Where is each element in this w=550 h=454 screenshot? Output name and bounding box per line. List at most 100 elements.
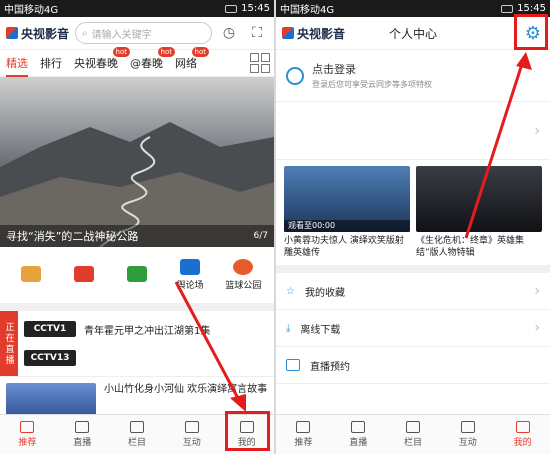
nav-columns[interactable]: 栏目 — [386, 415, 441, 454]
history-row[interactable]: › — [276, 102, 550, 160]
history-videos: 观看至00:00 小黄蓉功夫惊人 演绎欢笑版射雕英雄传 《生化危机：终章》英雄集… — [276, 160, 550, 265]
mail-icon — [460, 421, 475, 433]
live-program-title: 青年霍元甲之冲出江湖第1集 — [84, 325, 211, 337]
quick-link-icon — [73, 265, 94, 282]
grid-menu-icon[interactable] — [250, 53, 270, 73]
chevron-right-icon: › — [534, 122, 540, 139]
quick-link-2[interactable] — [64, 265, 104, 285]
carrier-label: 中国移动4G — [280, 5, 335, 16]
avatar-icon — [286, 66, 304, 85]
quick-link-opinion[interactable]: 舆论场 — [170, 259, 210, 291]
scan-icon[interactable]: ⛶ — [246, 22, 268, 44]
tab-spring-gala[interactable]: 央视春晚 hot — [74, 47, 130, 71]
columns-icon — [129, 421, 144, 433]
search-icon: ⌕ — [82, 27, 88, 39]
banner-carousel[interactable]: 寻找“消失”的二战神秘公路 6/7 — [0, 77, 274, 247]
menu-label: 我的收藏 — [304, 287, 345, 299]
quick-link-icon — [126, 265, 147, 282]
menu-label: 直播预约 — [310, 361, 350, 373]
search-input[interactable]: ⌕ 请输入关键字 — [75, 22, 212, 44]
status-bar: 中国移动4G 15:45 — [276, 0, 550, 17]
logo-icon — [6, 27, 18, 39]
chevron-right-icon: › — [534, 283, 540, 299]
left-screen: 中国移动4G 15:45 央视影音 ⌕ 请输入关键字 ◷ ⛶ 精选 排行 央视春… — [0, 0, 274, 454]
tab-featured[interactable]: 精选 — [6, 55, 28, 77]
live-row[interactable]: CCTV13 — [24, 349, 268, 366]
section-gap — [0, 303, 274, 311]
status-bar: 中国移动4G 15:45 — [0, 0, 274, 17]
video-thumbnail: 观看至00:00 — [284, 166, 410, 232]
channel-logo: CCTV1 — [24, 321, 76, 338]
download-icon: ⤓ — [286, 322, 291, 334]
quick-link-basketball[interactable]: 篮球公园 — [223, 259, 263, 291]
quick-link-icon — [233, 259, 254, 275]
app-logo: 央视影音 — [6, 25, 69, 42]
camera-icon — [286, 359, 300, 371]
nav-columns[interactable]: 栏目 — [110, 415, 165, 454]
quick-link-icon — [180, 259, 201, 275]
login-subtitle: 登录后您可享受云同步等多项特权 — [312, 80, 432, 89]
home-icon — [20, 421, 35, 433]
nav-live[interactable]: 直播 — [55, 415, 110, 454]
carrier-label: 中国移动4G — [4, 5, 59, 16]
menu-label: 离线下载 — [300, 324, 341, 336]
mail-icon — [184, 421, 199, 433]
chevron-right-icon: › — [534, 320, 540, 336]
bottom-nav: 推荐 直播 栏目 互动 我的 — [276, 414, 550, 454]
hot-badge: hot — [191, 47, 209, 57]
top-bar: 央视影音 ⌕ 请输入关键字 ◷ ⛶ — [0, 17, 274, 50]
right-screen: 中国移动4G 15:45 央视影音 个人中心 ⚙ 点击登录 登录后您可享受云同步… — [276, 0, 550, 454]
menu-offline-download[interactable]: ⤓ 离线下载 › — [276, 310, 550, 347]
login-row[interactable]: 点击登录 登录后您可享受云同步等多项特权 — [276, 50, 550, 102]
time-label: 15:45 — [517, 3, 546, 14]
settings-gear-icon[interactable]: ⚙ — [522, 22, 544, 44]
live-tag: 正在直播 — [0, 311, 18, 376]
hot-badge: hot — [157, 47, 175, 57]
battery-icon — [501, 4, 514, 13]
nav-interact[interactable]: 互动 — [440, 415, 495, 454]
live-row[interactable]: CCTV1 青年霍元甲之冲出江湖第1集 — [24, 321, 268, 338]
tab-at-gala[interactable]: @春晚 hot — [130, 47, 175, 71]
quick-links: 舆论场 篮球公园 — [0, 247, 274, 303]
star-icon: ☆ — [286, 285, 295, 297]
login-title: 点击登录 — [312, 63, 356, 76]
section-gap — [276, 265, 550, 273]
app-logo-text: 央视影音 — [21, 26, 70, 41]
history-video-item[interactable]: 观看至00:00 小黄蓉功夫惊人 演绎欢笑版射雕英雄传 — [284, 166, 410, 259]
quick-link-1[interactable] — [11, 265, 51, 285]
columns-icon — [405, 421, 420, 433]
nav-live[interactable]: 直播 — [331, 415, 386, 454]
tab-network[interactable]: 网络 hot — [175, 47, 209, 71]
history-icon[interactable]: ◷ — [218, 22, 240, 44]
play-icon — [75, 421, 90, 433]
video-thumbnail — [416, 166, 542, 232]
battery-icon — [225, 4, 238, 13]
watch-progress-label: 观看至00:00 — [284, 220, 410, 232]
hot-badge: hot — [112, 47, 130, 57]
video-title: 《生化危机：终章》英雄集结”版人物特辑 — [416, 236, 525, 258]
nav-recommend[interactable]: 推荐 — [0, 415, 55, 454]
play-icon — [351, 421, 366, 433]
history-video-item[interactable]: 《生化危机：终章》英雄集结”版人物特辑 — [416, 166, 542, 259]
live-section: 正在直播 CCTV1 青年霍元甲之冲出江湖第1集 CCTV13 — [0, 311, 274, 377]
tab-ranking[interactable]: 排行 — [40, 55, 62, 71]
banner-pager: 6/7 — [253, 231, 268, 241]
category-tabs: 精选 排行 央视春晚 hot @春晚 hot 网络 hot — [0, 47, 274, 77]
nav-recommend[interactable]: 推荐 — [276, 415, 331, 454]
banner-caption: 寻找“消失”的二战神秘公路 6/7 — [0, 225, 274, 247]
quick-link-3[interactable] — [117, 265, 157, 285]
menu-favorites[interactable]: ☆ 我的收藏 › — [276, 273, 550, 310]
search-placeholder: 请输入关键字 — [91, 29, 152, 41]
page-title: 个人中心 — [388, 26, 437, 41]
menu-live-reservation[interactable]: 直播预约 — [276, 347, 550, 384]
profile-header: 央视影音 个人中心 ⚙ — [276, 17, 550, 50]
quick-link-icon — [20, 265, 41, 282]
nav-interact[interactable]: 互动 — [164, 415, 219, 454]
user-icon — [515, 421, 530, 433]
banner-title: 寻找“消失”的二战神秘公路 — [6, 230, 139, 243]
channel-logo: CCTV13 — [24, 349, 76, 366]
highlight-box-mine — [225, 411, 270, 451]
time-label: 15:45 — [241, 3, 270, 14]
nav-mine[interactable]: 我的 — [495, 415, 550, 454]
home-icon — [296, 421, 311, 433]
